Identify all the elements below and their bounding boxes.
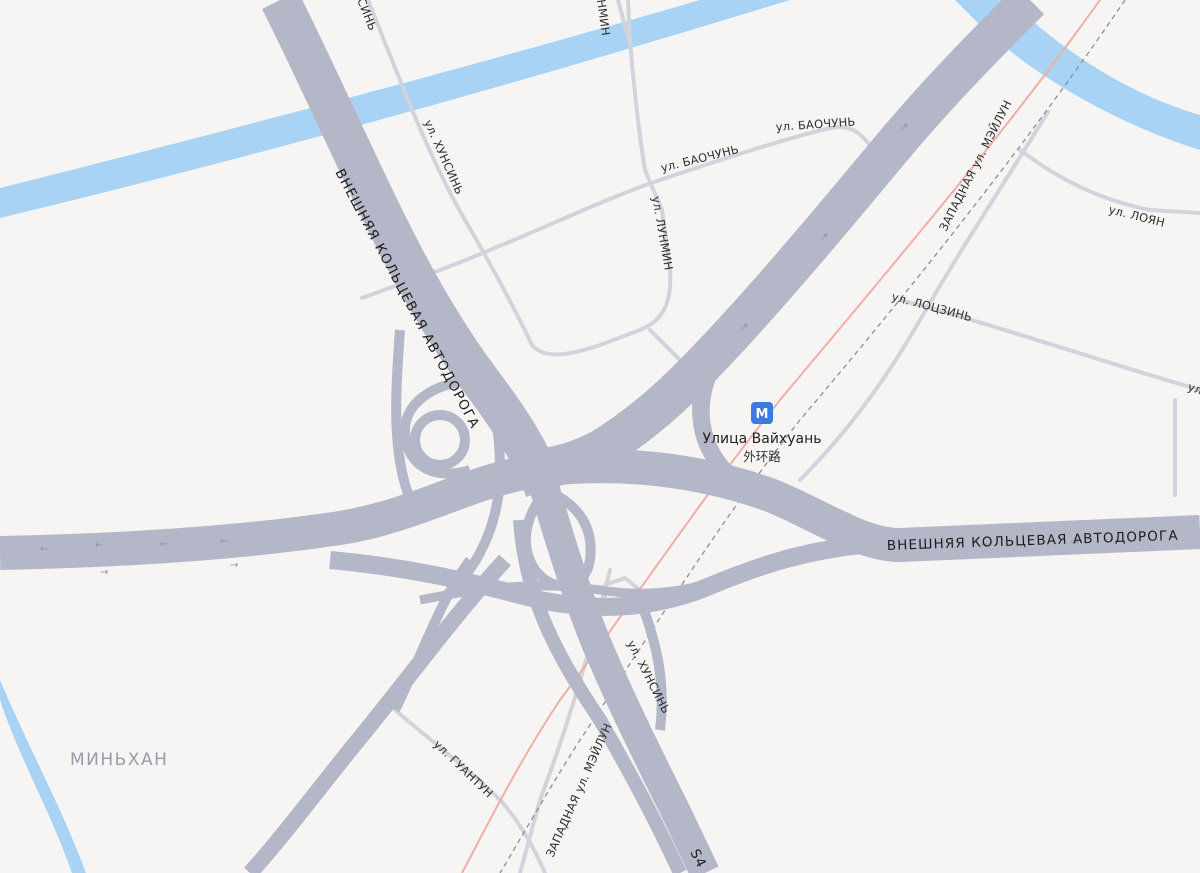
street-label-baochun-1: ул. БАОЧУНЬ bbox=[659, 142, 740, 175]
district-label: МИНЬХАН bbox=[70, 750, 168, 770]
svg-text:↗: ↗ bbox=[900, 122, 908, 133]
svg-text:→: → bbox=[230, 560, 238, 571]
highway-south-west bbox=[244, 554, 511, 873]
street-label-guantun: ул. ГУАНТУН bbox=[431, 737, 496, 800]
highway-label-west: ВНЕШНЯЯ КОЛЬЦЕВАЯ АВТОДОРОГА bbox=[331, 166, 482, 431]
river-north bbox=[0, 0, 790, 218]
highway-north-east bbox=[519, 0, 1045, 490]
street-meilun-north bbox=[798, 110, 1050, 482]
svg-text:←: ← bbox=[40, 544, 48, 555]
svg-text:←: ← bbox=[220, 536, 228, 547]
street-label-hunsin-north-top: СИНЬ bbox=[354, 0, 380, 33]
svg-text:↗: ↗ bbox=[740, 322, 748, 333]
street-label-lotszin-cut: ул bbox=[1186, 380, 1200, 398]
metro-station-name-native: 外环路 bbox=[743, 449, 781, 464]
street-label-baochun-2: ул. БАОЧУНЬ bbox=[775, 114, 856, 134]
street-label-meilun-north: ЗАПАДНАЯ ул. МЭЙЛУН bbox=[935, 97, 1014, 233]
metro-station-name[interactable]: Улица Вайхуань bbox=[703, 431, 822, 447]
ramp-loop-circle bbox=[410, 410, 470, 470]
street-label-lotszin: ул. ЛОЦЗИНЬ bbox=[890, 289, 974, 324]
map-canvas[interactable]: ← ← ← ← → → → → ↗ ↗ ↗ ВНЕШНЯЯ КОЛЬЦЕВАЯ АВТОДОР… bbox=[0, 0, 1200, 873]
svg-text:↗: ↗ bbox=[820, 232, 828, 243]
svg-text:←: ← bbox=[95, 540, 103, 551]
metro-icon-letter: М bbox=[756, 407, 769, 422]
street-label-lunmin: ул. ЛУНМИН bbox=[649, 195, 676, 271]
street-guantun bbox=[393, 708, 547, 873]
svg-text:→: → bbox=[100, 567, 108, 578]
map-layer[interactable]: ← ← ← ←→→ → → ↗↗↗ ВНЕШНЯЯ КОЛЬЦЕВАЯ АВТОДОР… bbox=[0, 0, 1200, 873]
svg-text:←: ← bbox=[160, 539, 168, 550]
canal-west bbox=[0, 680, 86, 873]
